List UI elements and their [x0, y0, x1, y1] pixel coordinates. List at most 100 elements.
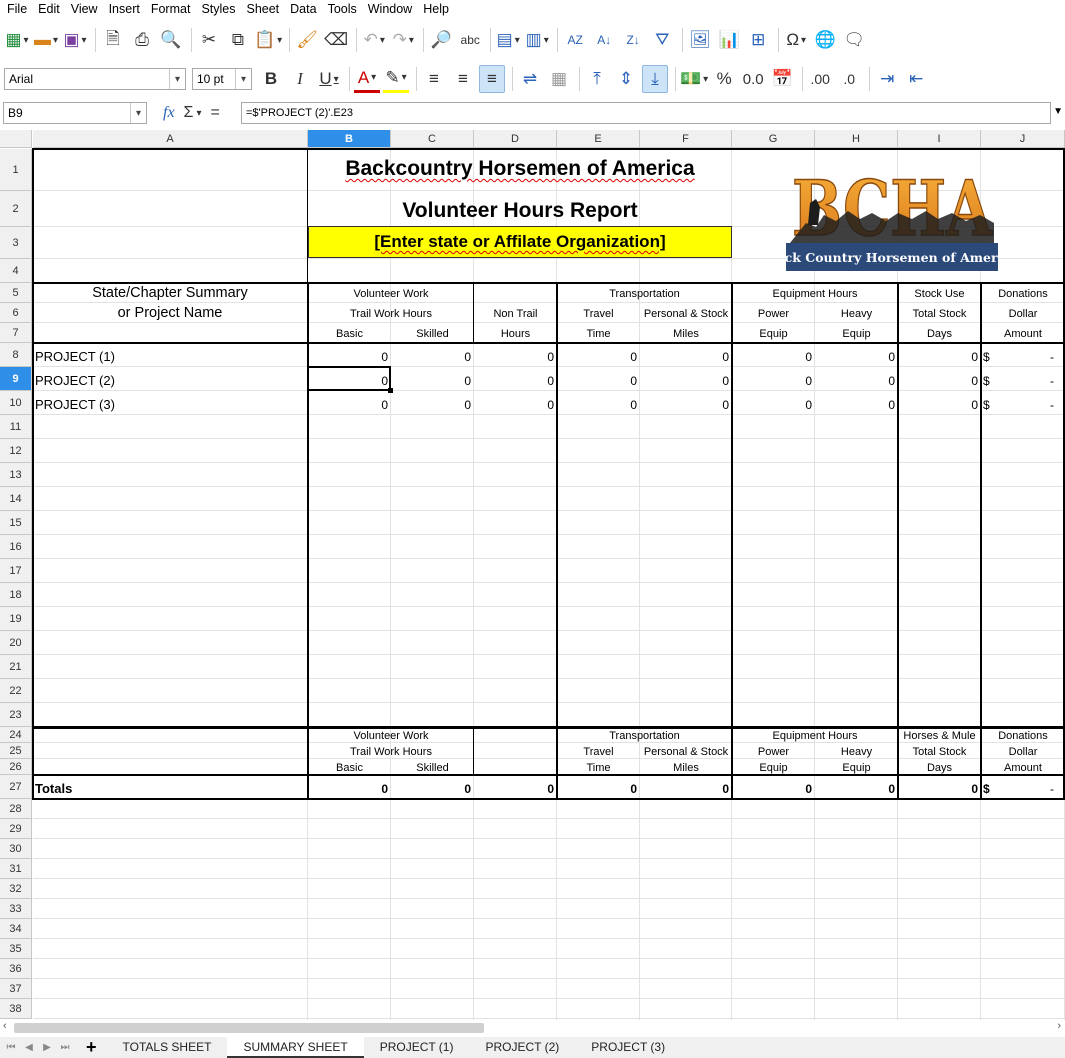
increase-indent-icon[interactable]: ⇥ [874, 65, 900, 93]
header-heavy[interactable]: Heavy [815, 303, 898, 323]
row-header[interactable]: 14 [0, 487, 32, 511]
print-icon[interactable]: ⎙ [129, 26, 155, 54]
donation-amount-cell[interactable]: - [983, 343, 1062, 367]
formula-icon[interactable]: = [210, 104, 219, 122]
value-cell[interactable]: 0 [817, 367, 895, 391]
row-header[interactable]: 37 [0, 979, 32, 999]
total-value-cell[interactable]: 0 [642, 775, 729, 799]
print-preview-icon[interactable]: 🔍 [158, 26, 184, 54]
footer-header-trail-work-hours[interactable]: Trail Work Hours [308, 743, 474, 759]
value-cell[interactable]: 0 [310, 391, 388, 415]
menu-help[interactable]: Help [418, 0, 455, 18]
font-name-box[interactable]: Arial ▾ [4, 68, 186, 90]
menu-data[interactable]: Data [285, 0, 322, 18]
row-header[interactable]: 1 [0, 149, 32, 191]
tab-project-3[interactable]: PROJECT (3) [575, 1037, 681, 1058]
row-header[interactable]: 13 [0, 463, 32, 487]
header-dollar[interactable]: Dollar [981, 303, 1065, 323]
horizontal-scrollbar[interactable]: ‹ › [0, 1020, 1065, 1036]
clear-formatting-icon[interactable]: ⌫ [323, 26, 349, 54]
row-header[interactable]: 16 [0, 535, 32, 559]
row-header[interactable]: 21 [0, 655, 32, 679]
last-sheet-icon[interactable]: ⏭ [58, 1042, 72, 1053]
column-header[interactable]: G [732, 130, 815, 148]
header-donations[interactable]: Donations [981, 283, 1065, 303]
menu-styles[interactable]: Styles [196, 0, 241, 18]
footer-header-unit[interactable]: Equip [815, 759, 898, 775]
percent-format-button[interactable]: % [711, 65, 737, 93]
row-header[interactable]: 10 [0, 391, 32, 415]
report-subtitle[interactable]: Volunteer Hours Report [308, 196, 732, 226]
value-cell[interactable]: 0 [476, 391, 554, 415]
pivot-table-icon[interactable]: ⊞ [745, 26, 771, 54]
add-sheet-icon[interactable]: + [86, 1037, 97, 1058]
header-unit[interactable]: Equip [732, 323, 815, 343]
value-cell[interactable]: 0 [476, 343, 554, 367]
bold-button[interactable]: B [258, 65, 284, 93]
menu-sheet[interactable]: Sheet [241, 0, 285, 18]
footer-header-transportation[interactable]: Transportation [557, 727, 732, 743]
row-header[interactable]: 20 [0, 631, 32, 655]
tab-totals-sheet[interactable]: TOTALS SHEET [107, 1037, 228, 1058]
footer-header-power[interactable]: Power [732, 743, 815, 759]
footer-header-unit[interactable]: Miles [640, 759, 732, 775]
value-cell[interactable]: 0 [642, 367, 729, 391]
value-cell[interactable]: 0 [734, 391, 812, 415]
align-right-icon[interactable]: ≡ [479, 65, 505, 93]
row-header[interactable]: 30 [0, 839, 32, 859]
row-header[interactable]: 33 [0, 899, 32, 919]
currency-format-icon[interactable]: 💵 [680, 65, 708, 93]
footer-header-heavy[interactable]: Heavy [815, 743, 898, 759]
organization-input-cell[interactable]: [Enter state or Affilate Organization] [308, 226, 732, 258]
value-cell[interactable]: 0 [559, 391, 637, 415]
header-trail-work-hours[interactable]: Trail Work Hours [308, 303, 474, 323]
column-header[interactable]: F [640, 130, 732, 148]
column-header[interactable]: I [898, 130, 981, 148]
header-power[interactable]: Power [732, 303, 815, 323]
menu-view[interactable]: View [66, 0, 104, 18]
row-header[interactable]: 15 [0, 511, 32, 535]
function-wizard-icon[interactable]: fx [163, 104, 175, 122]
total-value-cell[interactable]: 0 [817, 775, 895, 799]
open-folder-icon[interactable]: ▬ [33, 26, 59, 54]
footer-header-dollar[interactable]: Dollar [981, 743, 1065, 759]
chevron-down-icon[interactable]: ▾ [130, 103, 146, 123]
align-top-icon[interactable]: ⤒ [584, 65, 610, 93]
decrease-indent-icon[interactable]: ⇤ [903, 65, 929, 93]
report-title[interactable]: Backcountry Horsemen of America [308, 154, 732, 184]
row-header[interactable]: 19 [0, 607, 32, 631]
row-header[interactable]: 18 [0, 583, 32, 607]
row-header[interactable]: 29 [0, 819, 32, 839]
first-sheet-icon[interactable]: ⏮ [4, 1042, 18, 1053]
sum-icon[interactable]: Σ [184, 104, 194, 122]
total-value-cell[interactable]: 0 [476, 775, 554, 799]
menu-edit[interactable]: Edit [33, 0, 66, 18]
value-cell[interactable]: 0 [559, 343, 637, 367]
sort-descending-icon[interactable]: Z↓ [620, 26, 646, 54]
row-header[interactable]: 23 [0, 703, 32, 727]
row-header[interactable]: 17 [0, 559, 32, 583]
chevron-down-icon[interactable]: ▾ [196, 108, 201, 119]
row-header[interactable]: 36 [0, 959, 32, 979]
total-value-cell[interactable]: 0 [559, 775, 637, 799]
row-header[interactable]: 35 [0, 939, 32, 959]
highlight-color-icon[interactable]: ✎ [383, 65, 409, 93]
value-cell[interactable]: 0 [900, 391, 978, 415]
project-name-cell[interactable]: PROJECT (1) [35, 343, 305, 367]
header-unit[interactable]: Hours [474, 323, 557, 343]
header-unit[interactable]: Time [557, 323, 640, 343]
header-unit[interactable]: Days [898, 323, 981, 343]
find-replace-icon[interactable]: 🔎 [428, 26, 454, 54]
merge-cells-icon[interactable]: ▦ [546, 65, 572, 93]
scroll-left-icon[interactable]: ‹ [3, 1020, 7, 1032]
date-format-icon[interactable]: 📅 [769, 65, 795, 93]
align-left-icon[interactable]: ≡ [421, 65, 447, 93]
header-personal-stock[interactable]: Personal & Stock [640, 303, 732, 323]
clone-formatting-icon[interactable]: 🖌 [294, 26, 320, 54]
row-header[interactable]: 12 [0, 439, 32, 463]
column-header[interactable]: C [391, 130, 474, 148]
value-cell[interactable]: 0 [310, 343, 388, 367]
row-header[interactable]: 4 [0, 259, 32, 283]
font-color-icon[interactable]: A [354, 65, 380, 93]
value-cell[interactable]: 0 [817, 343, 895, 367]
